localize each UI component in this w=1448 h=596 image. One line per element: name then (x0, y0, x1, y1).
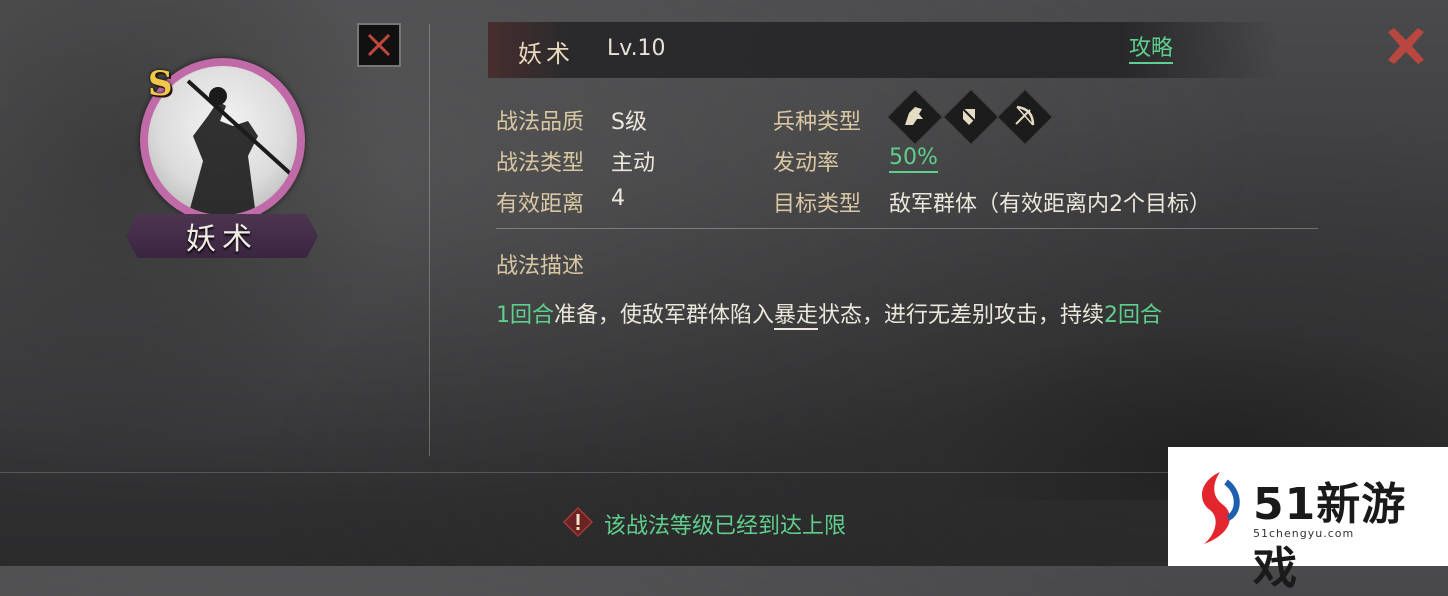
duration-turns: 2回合 (1104, 303, 1163, 328)
close-icon (1388, 28, 1424, 64)
trigger-rate-label: 发动率 (773, 151, 840, 176)
description-title: 战法描述 (496, 254, 585, 279)
quality-label: 战法品质 (496, 110, 585, 135)
target-type-value: 敌军群体（有效距离内2个目标） (889, 192, 1211, 217)
watermark-logo-icon (1201, 472, 1240, 544)
small-close-button[interactable] (357, 23, 401, 67)
portrait-name: 妖术 (186, 222, 258, 257)
trigger-rate-value[interactable]: 50% (889, 145, 938, 173)
archer-icon (1015, 105, 1035, 126)
close-button[interactable] (1384, 26, 1428, 66)
skill-name: 妖术 (518, 40, 574, 68)
type-value: 主动 (611, 151, 656, 176)
close-icon (367, 33, 391, 57)
unit-type-label: 兵种类型 (773, 110, 862, 135)
description-part: 准备，使敌军群体陷入 (554, 303, 775, 328)
guide-link[interactable]: 攻略 (1129, 36, 1174, 64)
portrait-name-plate: 妖术 (126, 214, 318, 258)
description-text: 1回合准备，使敌军群体陷入暴走状态，进行无差别攻击，持续2回合 (496, 297, 1163, 330)
shield-infantry-icon (960, 106, 980, 126)
grade-badge: S (148, 64, 173, 104)
watermark-url: 51chengyu.com (1253, 527, 1355, 540)
rampage-status-link[interactable]: 暴走 (774, 303, 819, 330)
skill-level: Lv.10 (607, 36, 666, 61)
cavalry-icon (905, 107, 923, 125)
range-label: 有效距离 (496, 192, 585, 217)
section-divider (496, 228, 1318, 229)
prep-turns: 1回合 (496, 303, 554, 328)
range-value: 4 (611, 186, 625, 211)
warning-icon (562, 506, 594, 538)
target-type-label: 目标类型 (773, 192, 862, 217)
type-label: 战法类型 (496, 151, 585, 176)
max-level-notice: 该战法等级已经到达上限 (604, 514, 847, 539)
vertical-divider (429, 24, 430, 456)
description-part: 状态，进行无差别攻击，持续 (818, 303, 1105, 328)
quality-value: S级 (611, 110, 647, 135)
